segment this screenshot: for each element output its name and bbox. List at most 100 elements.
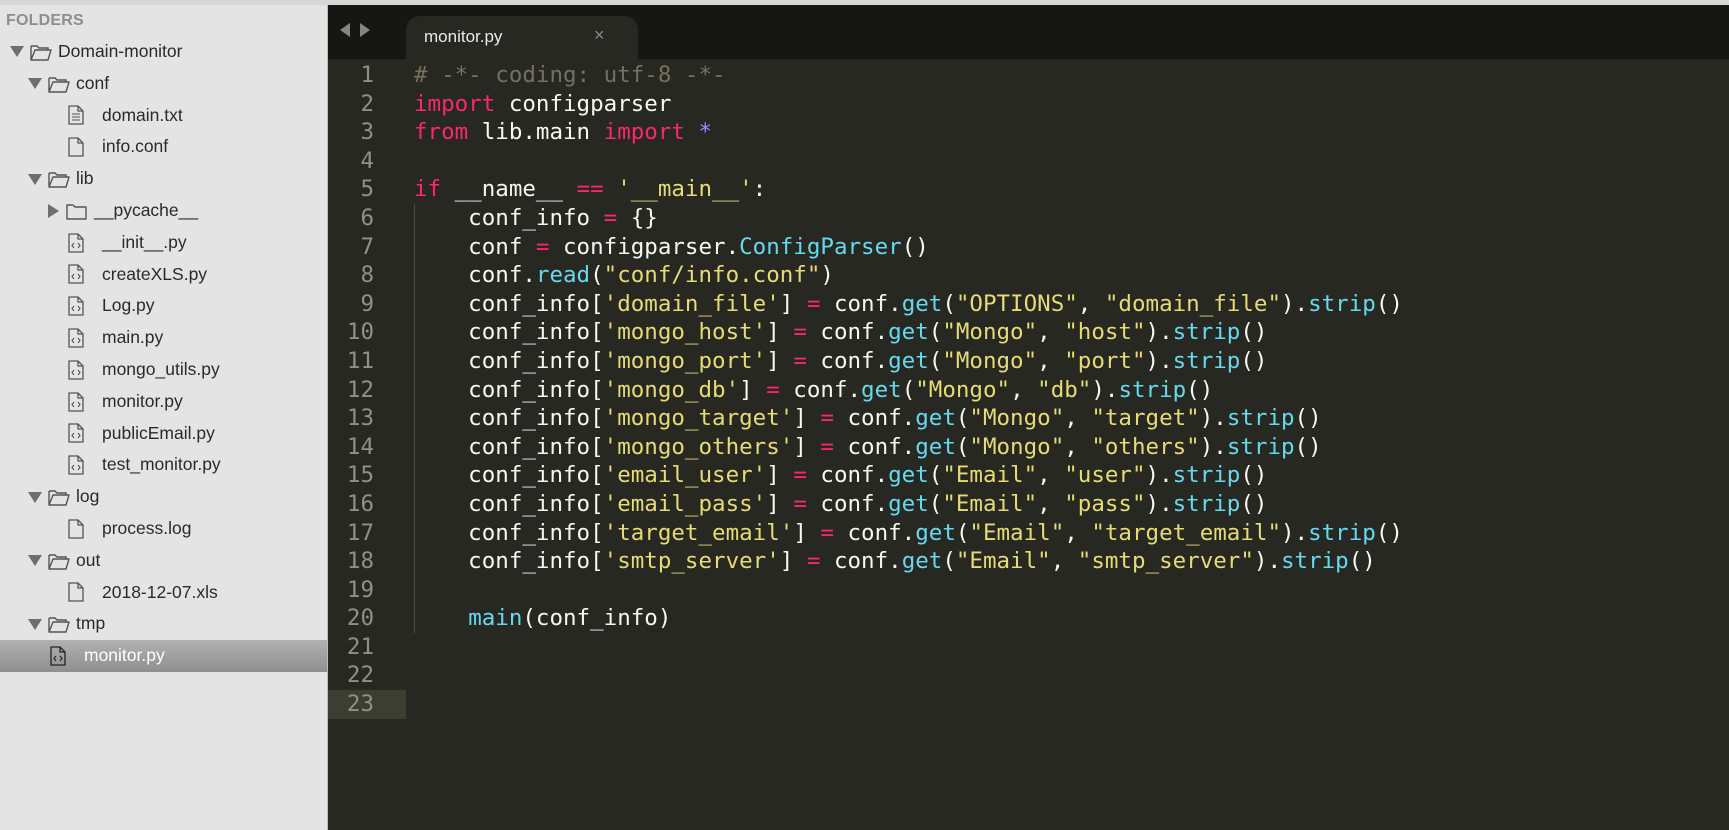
code-line[interactable]: 5 if __name__ == '__main__': [328,175,1729,204]
code-token-op: = [603,204,618,231]
file-item-createxls-py[interactable]: createXLS.py [0,259,327,291]
folder-item-out[interactable]: out [0,545,327,577]
tab-monitor-py[interactable]: monitor.py × [406,16,638,59]
code-token-pl: conf. [806,319,889,346]
file-item-monitor-py[interactable]: monitor.py [0,640,327,672]
code-line[interactable]: 12 conf_info['mongo_db'] = conf.get("Mon… [328,375,1729,405]
code-token-str: 'mongo_others' [603,433,794,460]
folder-item--pycache-[interactable]: __pycache__ [0,195,327,227]
folder-item-domain-monitor[interactable]: Domain-monitor [0,36,327,68]
code-file-icon [68,322,84,354]
code-token-str: 'mongo_host' [603,319,767,346]
folder-open-icon [48,481,70,513]
file-item-log-py[interactable]: Log.py [0,290,327,322]
code-text: conf_info['target_email'] = conf.get("Em… [414,519,1403,548]
code-token-pl: () [1348,548,1376,575]
code-line[interactable]: 19 [328,575,1729,605]
code-line[interactable]: 4 [328,147,1729,176]
line-number: 22 [346,662,374,689]
disclosure-open-icon[interactable] [28,608,42,640]
code-token-str: "smtp_server" [1077,548,1254,575]
code-token-fn: strip [1172,347,1241,374]
code-token-str: 'domain_file' [603,290,780,317]
code-line[interactable]: 11 conf_info['mongo_port'] = conf.get("M… [328,346,1729,376]
line-number: 13 [346,405,374,432]
code-line[interactable]: 15 conf_info['email_user'] = conf.get("E… [328,461,1729,490]
disclosure-open-icon[interactable] [28,545,42,577]
previous-tab-icon[interactable] [340,23,350,37]
code-token-str: "Mongo" [969,405,1065,432]
close-icon[interactable]: × [594,25,605,46]
disclosure-open-icon[interactable] [28,163,42,195]
code-token-pl: ). [1199,405,1227,432]
code-line[interactable]: 17 conf_info['target_email'] = conf.get(… [328,518,1729,548]
code-line[interactable]: 16 conf_info['email_pass'] = conf.get("E… [328,489,1729,519]
code-token-fn: strip [1172,319,1241,346]
code-token-kw: from [414,119,469,146]
code-line[interactable]: 2 import configparser [328,90,1729,119]
code-token-fn: main [468,605,523,632]
file-icon [68,131,84,163]
disclosure-open-icon[interactable] [10,36,24,68]
code-token-pl: ( [901,376,916,403]
code-token-pl: ). [1253,548,1281,575]
code-line[interactable]: 6 conf_info = {} [328,203,1729,233]
code-text: conf_info['smtp_server'] = conf.get("Ema… [414,547,1376,576]
code-text: # -*- coding: utf-8 -*- [414,61,726,90]
folder-open-icon [48,163,70,195]
tree-item-label: test_monitor.py [102,454,221,475]
code-line[interactable]: 3 from lib.main import * [328,118,1729,147]
file-item-domain-txt[interactable]: domain.txt [0,100,327,132]
folder-open-icon [48,68,70,100]
code-token-pl: ( [590,262,604,289]
tree-item-label: __pycache__ [94,199,199,220]
code-token-str: 'target_email' [603,519,794,546]
code-line[interactable]: 8 conf.read("conf/info.conf") [328,261,1729,290]
file-item-test-monitor-py[interactable]: test_monitor.py [0,449,327,481]
code-line[interactable]: 23 [328,690,1729,719]
line-number: 21 [346,633,374,660]
code-token-pl: ). [1091,376,1119,403]
next-tab-icon[interactable] [360,23,370,37]
file-item-process-log[interactable]: process.log [0,513,327,545]
code-line[interactable]: 20 main(conf_info) [328,604,1729,633]
tree-item-label: tmp [76,613,106,634]
disclosure-open-icon[interactable] [28,68,42,100]
code-text: conf_info = {} [414,204,658,233]
file-item-monitor-py[interactable]: monitor.py [0,386,327,418]
code-text: conf_info['mongo_port'] = conf.get("Mong… [414,347,1267,376]
code-area[interactable]: 1 # -*- coding: utf-8 -*- 2 import configpa… [328,61,1729,719]
code-line[interactable]: 21 [328,633,1729,662]
file-item-info-conf[interactable]: info.conf [0,131,327,163]
tree-item-label: lib [76,168,94,189]
code-line[interactable]: 13 conf_info['mongo_target'] = conf.get(… [328,404,1729,433]
disclosure-open-icon[interactable] [28,481,42,513]
folder-open-icon [48,608,70,640]
code-token-str: "Email" [942,490,1038,517]
code-line[interactable]: 18 conf_info['smtp_server'] = conf.get("… [328,547,1729,576]
folder-item-lib[interactable]: lib [0,163,327,195]
folder-item-conf[interactable]: conf [0,68,327,100]
file-item--init-py[interactable]: __init__.py [0,227,327,259]
file-item-main-py[interactable]: main.py [0,322,327,354]
code-line[interactable]: 14 conf_info['mongo_others'] = conf.get(… [328,432,1729,462]
disclosure-closed-icon[interactable] [46,195,60,227]
code-line[interactable]: 10 conf_info['mongo_host'] = conf.get("M… [328,318,1729,347]
code-line[interactable]: 1 # -*- coding: utf-8 -*- [328,61,1729,90]
folder-item-log[interactable]: log [0,481,327,513]
code-line[interactable]: 7 conf = configparser.ConfigParser() [328,232,1729,262]
text-file-icon [68,100,84,132]
code-token-pl: () [1240,490,1268,517]
code-text: conf.read("conf/info.conf") [414,261,834,290]
line-number: 2 [360,90,374,117]
code-line[interactable]: 22 [328,661,1729,690]
file-item-publicemail-py[interactable]: publicEmail.py [0,418,327,450]
code-line[interactable]: 9 conf_info['domain_file'] = conf.get("O… [328,289,1729,319]
code-token-pl: ( [942,290,956,317]
folder-item-tmp[interactable]: tmp [0,608,327,640]
code-token-op: = [793,462,807,489]
tree-item-label: log [76,486,100,507]
file-item-2018-12-07-xls[interactable]: 2018-12-07.xls [0,577,327,609]
code-token-fn: strip [1118,376,1187,403]
file-item-mongo-utils-py[interactable]: mongo_utils.py [0,354,327,386]
